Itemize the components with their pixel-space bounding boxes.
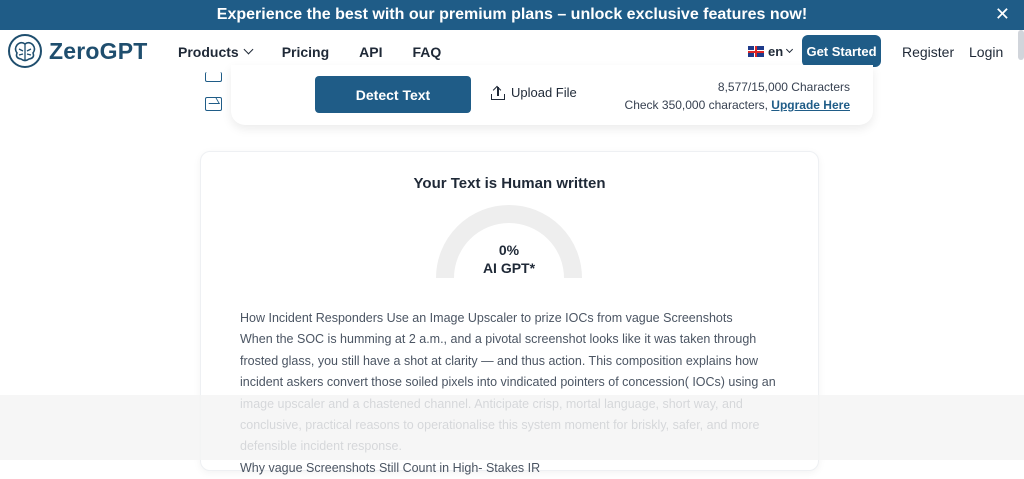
character-counter: 8,577/15,000 Characters Check 350,000 ch…: [620, 78, 850, 114]
mail-icon[interactable]: [205, 97, 222, 111]
upload-file-button[interactable]: Upload File: [491, 85, 577, 100]
promo-banner: Experience the best with our premium pla…: [0, 0, 1024, 30]
scrollbar[interactable]: [1018, 30, 1024, 60]
text-paragraph: Why vague Screenshots Still Count in Hig…: [240, 460, 541, 475]
upgrade-line: Check 350,000 characters, Upgrade Here: [620, 96, 850, 114]
upload-file-label: Upload File: [511, 85, 577, 100]
nav-pricing[interactable]: Pricing: [282, 44, 329, 60]
detect-text-button[interactable]: Detect Text: [315, 76, 471, 113]
nav-products[interactable]: Products: [178, 43, 254, 60]
upload-icon: [491, 85, 505, 100]
logo-text: ZeroGPT: [49, 37, 148, 64]
document-icon[interactable]: [205, 72, 222, 82]
nav-faq[interactable]: FAQ: [413, 44, 442, 60]
result-title: Your Text is Human written: [413, 175, 606, 192]
fade-overlay: [0, 395, 1024, 460]
get-started-button[interactable]: Get Started: [802, 35, 881, 67]
promo-banner-text: Experience the best with our premium pla…: [216, 6, 808, 23]
upgrade-link[interactable]: Upgrade Here: [771, 98, 850, 112]
close-icon[interactable]: ✕: [995, 4, 1010, 25]
nav-products-label: Products: [178, 43, 239, 60]
chevron-down-icon: [786, 45, 794, 54]
text-paragraph: How Incident Responders Use an Image Ups…: [240, 311, 733, 325]
language-selector[interactable]: en: [748, 44, 794, 59]
ai-percent: 0%: [498, 242, 520, 258]
brain-logo-icon: [8, 34, 42, 68]
register-link[interactable]: Register: [902, 44, 954, 60]
uk-flag-icon: [748, 46, 764, 57]
check-limit-text: Check 350,000 characters,: [624, 98, 772, 112]
char-count: 8,577/15,000 Characters: [717, 80, 850, 94]
ai-gpt-label: AI GPT*: [482, 260, 536, 276]
chevron-down-icon: [243, 44, 254, 55]
login-link[interactable]: Login: [969, 44, 1003, 60]
nav-api[interactable]: API: [359, 44, 382, 60]
language-label: en: [768, 44, 784, 59]
logo[interactable]: ZeroGPT: [7, 33, 148, 69]
